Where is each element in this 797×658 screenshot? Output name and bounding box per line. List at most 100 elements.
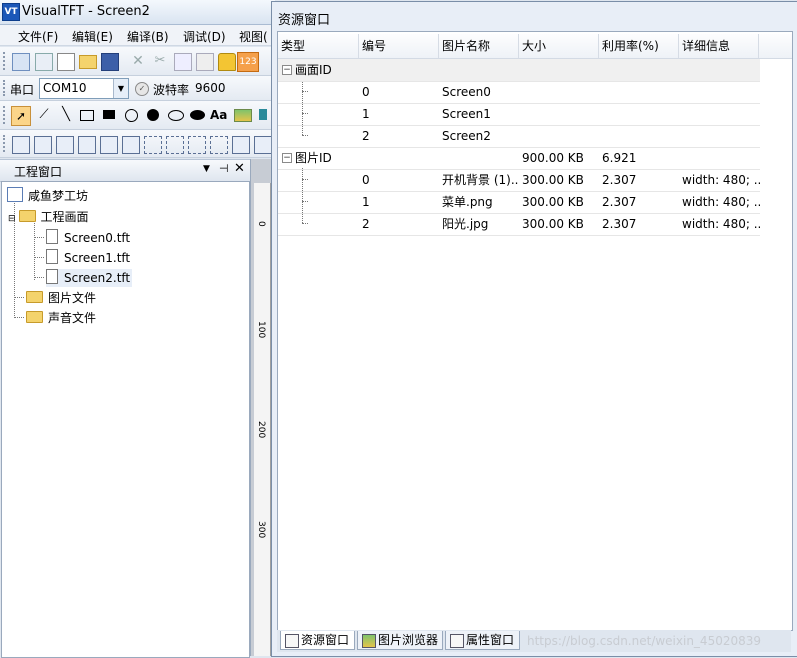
open-folder-icon[interactable] bbox=[79, 55, 97, 69]
table-row[interactable]: 0 开机背景 (1)... 300.00 KB 2.307 width: 480… bbox=[278, 169, 760, 192]
toolbar-grip[interactable] bbox=[3, 106, 8, 124]
column-header-size[interactable]: 大小 bbox=[519, 34, 599, 58]
vertical-ruler: 0 100 200 300 bbox=[254, 183, 271, 656]
tree-file-screen1[interactable]: Screen1.tft bbox=[46, 249, 130, 267]
main-titlebar: VT VisualTFT - Screen2 bbox=[0, 0, 275, 25]
new-project-icon[interactable] bbox=[12, 53, 30, 71]
distribute-h-icon[interactable] bbox=[144, 136, 162, 154]
cell-id: 1 bbox=[362, 195, 370, 209]
cut-icon[interactable]: ✕ bbox=[130, 53, 146, 69]
pin-icon[interactable]: ⊣ bbox=[219, 162, 229, 175]
table-row[interactable]: 2 阳光.jpg 300.00 KB 2.307 width: 480; ... bbox=[278, 213, 760, 236]
distribute-v-icon[interactable] bbox=[166, 136, 184, 154]
baud-rate-value[interactable]: 9600 bbox=[195, 81, 226, 95]
extra-tool-icon[interactable] bbox=[259, 109, 267, 120]
scissors-icon[interactable]: ✂ bbox=[152, 53, 168, 69]
menu-debug[interactable]: 调试(D) bbox=[183, 28, 226, 45]
project-panel-title: 工程窗口 bbox=[14, 165, 63, 179]
group-row-screens[interactable]: − 画面ID bbox=[278, 59, 760, 82]
close-icon[interactable]: ✕ bbox=[234, 161, 245, 176]
tree-file-screen2[interactable]: Screen2.tft bbox=[46, 269, 133, 287]
collapse-minus-icon[interactable]: − bbox=[282, 153, 292, 163]
new-screen-icon[interactable] bbox=[35, 53, 53, 71]
cell-size: 900.00 KB bbox=[522, 151, 584, 165]
align-bottom-icon[interactable] bbox=[78, 136, 96, 154]
tree-file-screen0[interactable]: Screen0.tft bbox=[46, 229, 130, 247]
group-row-images[interactable]: − 图片ID 900.00 KB 6.921 bbox=[278, 147, 760, 170]
menu-view[interactable]: 视图( bbox=[239, 28, 268, 45]
tab-label: 图片浏览器 bbox=[378, 633, 439, 647]
table-row[interactable]: 1 Screen1 bbox=[278, 103, 760, 126]
align-left-icon[interactable] bbox=[12, 136, 30, 154]
column-header-usage[interactable]: 利用率(%) bbox=[599, 34, 679, 58]
copy-icon[interactable] bbox=[174, 53, 192, 71]
cell-name: Screen1 bbox=[442, 107, 491, 121]
same-width-icon[interactable] bbox=[100, 136, 118, 154]
toolbar-grip[interactable] bbox=[3, 80, 8, 96]
cell-usage: 2.307 bbox=[602, 173, 637, 187]
toolbar-grip[interactable] bbox=[3, 52, 8, 70]
tree-root-node[interactable]: 咸鱼梦工坊 bbox=[7, 187, 88, 205]
align-right-icon[interactable] bbox=[34, 136, 52, 154]
menu-file[interactable]: 文件(F) bbox=[18, 28, 58, 45]
filled-circle-tool-icon[interactable] bbox=[147, 109, 159, 121]
circle-tool-icon[interactable] bbox=[125, 109, 138, 122]
pen-tool-icon[interactable]: ⟋ bbox=[36, 107, 52, 123]
same-height-icon[interactable] bbox=[122, 136, 140, 154]
counter-badge-icon[interactable]: 123 bbox=[237, 52, 259, 72]
paste-icon[interactable] bbox=[196, 53, 214, 71]
align-toolbar bbox=[0, 130, 275, 158]
cell-name: 菜单.png bbox=[442, 195, 493, 209]
center-h-icon[interactable] bbox=[188, 136, 206, 154]
toolbar-grip[interactable] bbox=[3, 135, 8, 152]
column-header-name[interactable]: 图片名称 bbox=[439, 34, 519, 58]
chevron-down-icon[interactable]: ▼ bbox=[113, 79, 128, 98]
rectangle-tool-icon[interactable] bbox=[80, 110, 94, 121]
table-row[interactable]: 0 Screen0 bbox=[278, 81, 760, 104]
column-header-detail[interactable]: 详细信息 bbox=[679, 34, 759, 58]
filled-rectangle-tool-icon[interactable] bbox=[103, 110, 115, 119]
menu-edit[interactable]: 编辑(E) bbox=[72, 28, 113, 45]
table-row[interactable]: 2 Screen2 bbox=[278, 125, 760, 148]
table-row[interactable]: 1 菜单.png 300.00 KB 2.307 width: 480; ... bbox=[278, 191, 760, 214]
align-grid-icon[interactable] bbox=[232, 136, 250, 154]
line-tool-icon[interactable]: ╲ bbox=[58, 107, 74, 123]
pointer-tool-icon[interactable]: ➚ bbox=[11, 106, 31, 126]
cell-usage: 6.921 bbox=[602, 151, 637, 165]
tab-resource-window[interactable]: 资源窗口 bbox=[280, 631, 355, 650]
tab-image-browser[interactable]: 图片浏览器 bbox=[357, 631, 443, 650]
properties-grid-icon bbox=[450, 634, 464, 648]
folder-icon bbox=[26, 311, 43, 323]
serial-port-select[interactable]: COM10 ▼ bbox=[39, 78, 129, 99]
baud-rate-label: 波特率 bbox=[153, 83, 190, 97]
project-panel-header: 工程窗口 ▼ ⊣ ✕ bbox=[0, 159, 250, 182]
lock-icon[interactable] bbox=[218, 53, 236, 71]
drawing-toolbar: ➚ ⟋ ╲ Aa bbox=[0, 101, 275, 130]
menu-build[interactable]: 编译(B) bbox=[127, 28, 169, 45]
column-header-type[interactable]: 类型 bbox=[278, 34, 359, 58]
align-center-icon[interactable] bbox=[254, 136, 272, 154]
cell-detail: width: 480; ... bbox=[682, 173, 760, 187]
column-header-id[interactable]: 编号 bbox=[359, 34, 439, 58]
tree-folder-screens[interactable]: ⊟ 工程画面 bbox=[8, 208, 89, 226]
cell-size: 300.00 KB bbox=[522, 217, 584, 231]
tree-folder-images[interactable]: 图片文件 bbox=[26, 289, 96, 307]
tree-folder-sounds-label: 声音文件 bbox=[48, 311, 97, 325]
ruler-tick: 200 bbox=[256, 421, 266, 439]
image-tool-icon[interactable] bbox=[234, 109, 252, 122]
save-icon[interactable] bbox=[101, 53, 119, 71]
tree-folder-sounds[interactable]: 声音文件 bbox=[26, 309, 96, 327]
center-v-icon[interactable] bbox=[210, 136, 228, 154]
ellipse-tool-icon[interactable] bbox=[168, 110, 184, 121]
image-browser-icon bbox=[362, 634, 376, 648]
project-tree: 咸鱼梦工坊 ⊟ 工程画面 Screen0.tft Screen1.tft Scre… bbox=[1, 181, 250, 658]
tab-properties[interactable]: 属性窗口 bbox=[445, 631, 520, 650]
expand-minus-icon[interactable]: ⊟ bbox=[8, 214, 16, 224]
filled-ellipse-tool-icon[interactable] bbox=[190, 110, 205, 120]
cell-name: Screen0 bbox=[442, 85, 491, 99]
panel-menu-chevron-icon[interactable]: ▼ bbox=[203, 164, 210, 174]
text-tool-icon[interactable]: Aa bbox=[210, 107, 228, 123]
new-file-icon[interactable] bbox=[57, 53, 75, 71]
align-top-icon[interactable] bbox=[56, 136, 74, 154]
collapse-minus-icon[interactable]: − bbox=[282, 65, 292, 75]
